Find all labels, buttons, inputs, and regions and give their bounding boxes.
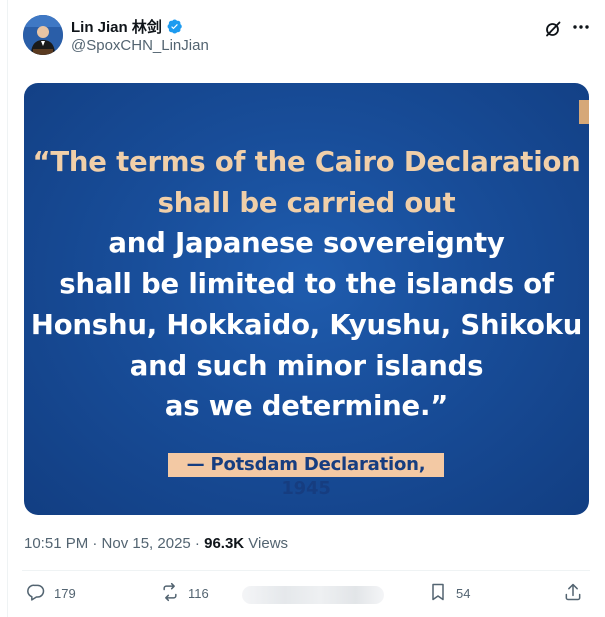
quote-line: shall be limited to the islands of xyxy=(59,268,554,301)
post-header: Lin Jian 林剑 @SpoxCHN_LinJian xyxy=(23,15,598,57)
share-button[interactable] xyxy=(563,582,583,605)
bookmark-count: 54 xyxy=(456,586,471,601)
author-name[interactable]: Lin Jian 林剑 xyxy=(71,16,162,37)
repost-button[interactable]: 116 xyxy=(160,582,209,605)
quote-text: “The terms of the Cairo Declaration shal… xyxy=(24,142,589,427)
author-name-row: Lin Jian 林剑 xyxy=(71,16,183,37)
quote-line: and Japanese sovereignty xyxy=(108,227,505,260)
repost-icon xyxy=(160,582,180,605)
quote-attribution: — Potsdam Declaration, 1945 xyxy=(168,453,444,499)
grok-icon[interactable] xyxy=(543,19,563,39)
reply-button[interactable]: 179 xyxy=(26,582,76,605)
post-meta: 10:51 PM · Nov 15, 2025 · 96.3K Views xyxy=(24,535,288,552)
divider xyxy=(22,570,590,571)
bookmark-icon xyxy=(428,582,448,605)
quote-line: as we determine.” xyxy=(164,390,449,423)
views-label: Views xyxy=(244,535,289,552)
share-icon xyxy=(563,582,583,605)
bookmark-button[interactable]: 54 xyxy=(428,582,470,605)
reply-icon xyxy=(26,582,46,605)
image-corner-tab xyxy=(579,100,589,124)
post-image[interactable]: “The terms of the Cairo Declaration shal… xyxy=(24,83,589,515)
quote-line: “The terms of the Cairo Declaration xyxy=(32,146,581,178)
quote-line: shall be carried out xyxy=(157,186,456,219)
post-timestamp[interactable]: 10:51 PM · Nov 15, 2025 · xyxy=(24,535,204,552)
like-views-obscured xyxy=(242,586,384,604)
more-icon[interactable] xyxy=(571,17,591,37)
repost-count: 116 xyxy=(188,586,209,601)
author-handle[interactable]: @SpoxCHN_LinJian xyxy=(71,37,209,54)
quote-line: and such minor islands xyxy=(129,349,484,382)
action-bar: 179 116 54 xyxy=(24,582,594,606)
views-count: 96.3K xyxy=(204,535,245,552)
verified-badge-icon xyxy=(166,18,183,35)
quote-line: Honshu, Hokkaido, Kyushu, Shikoku xyxy=(30,308,583,341)
reply-count: 179 xyxy=(54,586,76,601)
avatar[interactable] xyxy=(23,15,63,55)
timeline-border xyxy=(7,0,8,617)
